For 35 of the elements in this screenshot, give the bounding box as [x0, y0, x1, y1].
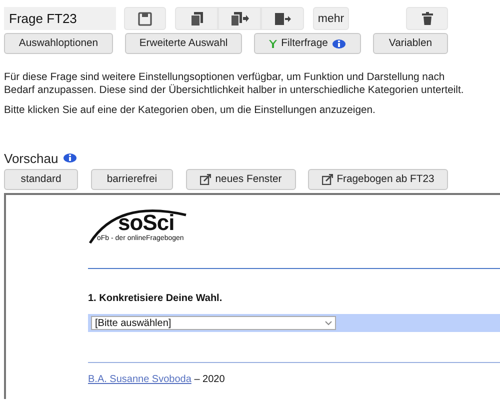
- category-button[interactable]: Erweiterte Auswahl: [125, 33, 242, 54]
- info-icon: [63, 153, 78, 163]
- paragraph: Bitte klicken Sie auf eine der Kategorien oben, um die Einstellungen anzuzeigen.: [4, 104, 376, 117]
- question-name-field[interactable]: Frage FT23: [4, 7, 116, 30]
- preview-button[interactable]: neues Fenster: [186, 169, 296, 190]
- author-link[interactable]: B.A. Susanne Svoboda: [88, 374, 192, 385]
- external-link-icon: [200, 174, 212, 185]
- chevron-icon: [325, 320, 332, 326]
- copy-icon: [190, 12, 204, 26]
- preview-button[interactable]: standard: [4, 169, 78, 190]
- paragraph: Für diese Frage sind weitere Einstellungsoptionen verfügbar, um Funktion und Darstellung nach Bedarf anzupassen. Diese sind der Übersichtlichkeit halber in unterschiedliche Kategorien unterteilt.: [4, 71, 465, 97]
- more-button[interactable]: mehr: [313, 7, 349, 30]
- category-button[interactable]: Auswahloptionen: [4, 33, 113, 54]
- preview-button[interactable]: barrierefrei: [91, 169, 173, 190]
- move-button[interactable]: [261, 7, 304, 30]
- logo-title: soSci: [118, 212, 174, 234]
- trash-icon: [422, 12, 432, 25]
- info-icon: [332, 38, 346, 48]
- arc-icon: [88, 207, 188, 245]
- category-button[interactable]: Variablen: [373, 33, 448, 54]
- footer-text: B.A. Susanne Svoboda – 2020: [88, 374, 226, 385]
- category-button[interactable]: Filterfrage: [254, 33, 361, 54]
- filter-icon: [269, 39, 278, 48]
- document-arrow-icon: [274, 12, 290, 26]
- question-text: 1. Konkretisiere Deine Wahl.: [88, 293, 224, 304]
- copy-move-button[interactable]: [218, 7, 261, 30]
- copy-button[interactable]: [175, 7, 218, 30]
- documents-arrow-icon: [230, 12, 248, 26]
- save-icon: [138, 12, 152, 26]
- external-link-icon: [322, 174, 333, 185]
- delete-button[interactable]: [406, 7, 448, 30]
- section-title: Vorschau: [4, 150, 58, 166]
- save-button[interactable]: [124, 7, 166, 30]
- preview-button[interactable]: Fragebogen ab FT23: [308, 169, 448, 190]
- select-field[interactable]: [Bitte auswählen]: [91, 316, 336, 330]
